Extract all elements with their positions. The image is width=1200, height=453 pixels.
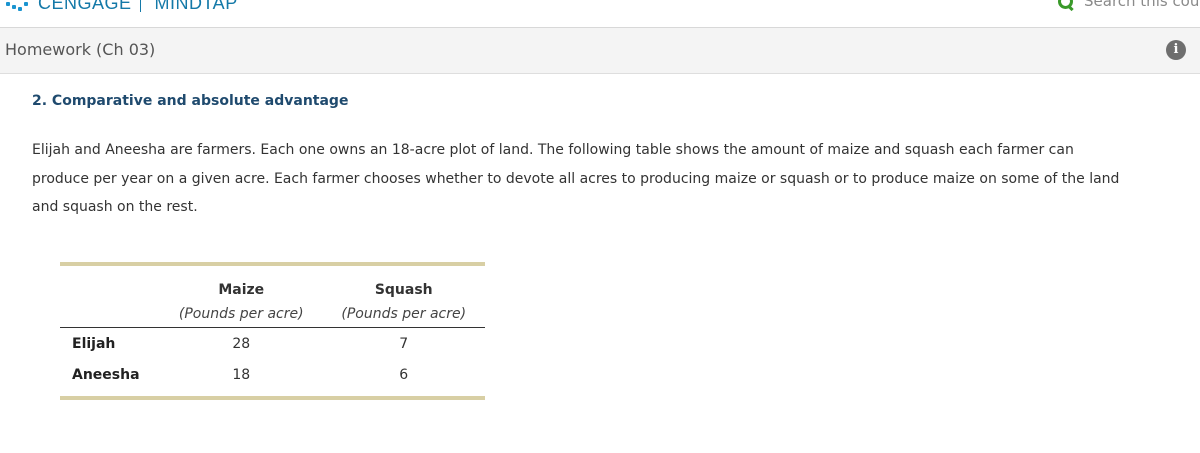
cell-elijah-maize: 28	[232, 335, 251, 352]
table-corner-cell	[60, 266, 160, 301]
table-bottom-rule	[60, 396, 485, 400]
logo-divider	[139, 0, 141, 12]
course-search	[1058, 0, 1200, 12]
question-text: Elijah and Aneesha are farmers. Each one…	[32, 142, 1120, 215]
production-table: Maize Squash (Pounds per acre) (Pounds p…	[60, 262, 485, 400]
question-heading: 2. Comparative and absolute advantage	[32, 93, 349, 109]
units-corner-cell	[60, 301, 160, 328]
assignment-title: Homework (Ch 03)	[5, 40, 156, 59]
units-squash: (Pounds per acre)	[322, 301, 485, 328]
units-maize: (Pounds per acre)	[160, 301, 323, 328]
cengage-logo-icon	[6, 0, 32, 13]
info-icon[interactable]: i	[1166, 40, 1186, 60]
table-row: Aneesha 18 6	[60, 359, 485, 396]
table-row: Elijah 28 7	[60, 328, 485, 360]
table-units-row: (Pounds per acre) (Pounds per acre)	[60, 301, 485, 328]
column-header-maize: Maize	[218, 282, 265, 298]
assignment-title-bar: Homework (Ch 03) i	[0, 28, 1200, 74]
cell-aneesha-maize: 18	[232, 366, 251, 383]
row-label-elijah: Elijah	[72, 335, 116, 352]
cell-aneesha-squash: 6	[399, 366, 409, 383]
column-header-squash: Squash	[374, 282, 433, 298]
production-table-grid: Maize Squash (Pounds per acre) (Pounds p…	[60, 266, 485, 396]
table-header-row: Maize Squash	[60, 266, 485, 301]
brand-name: CENGAGE	[38, 0, 132, 13]
product-name: MINDTAP	[154, 0, 238, 13]
row-label-aneesha: Aneesha	[72, 366, 140, 383]
cell-elijah-squash: 7	[399, 335, 409, 352]
cengage-mindtap-logo[interactable]: CENGAGE MINDTAP	[6, 0, 238, 13]
search-input[interactable]	[1084, 0, 1200, 10]
search-icon[interactable]	[1058, 0, 1074, 12]
top-navigation-bar: CENGAGE MINDTAP	[0, 0, 1200, 28]
